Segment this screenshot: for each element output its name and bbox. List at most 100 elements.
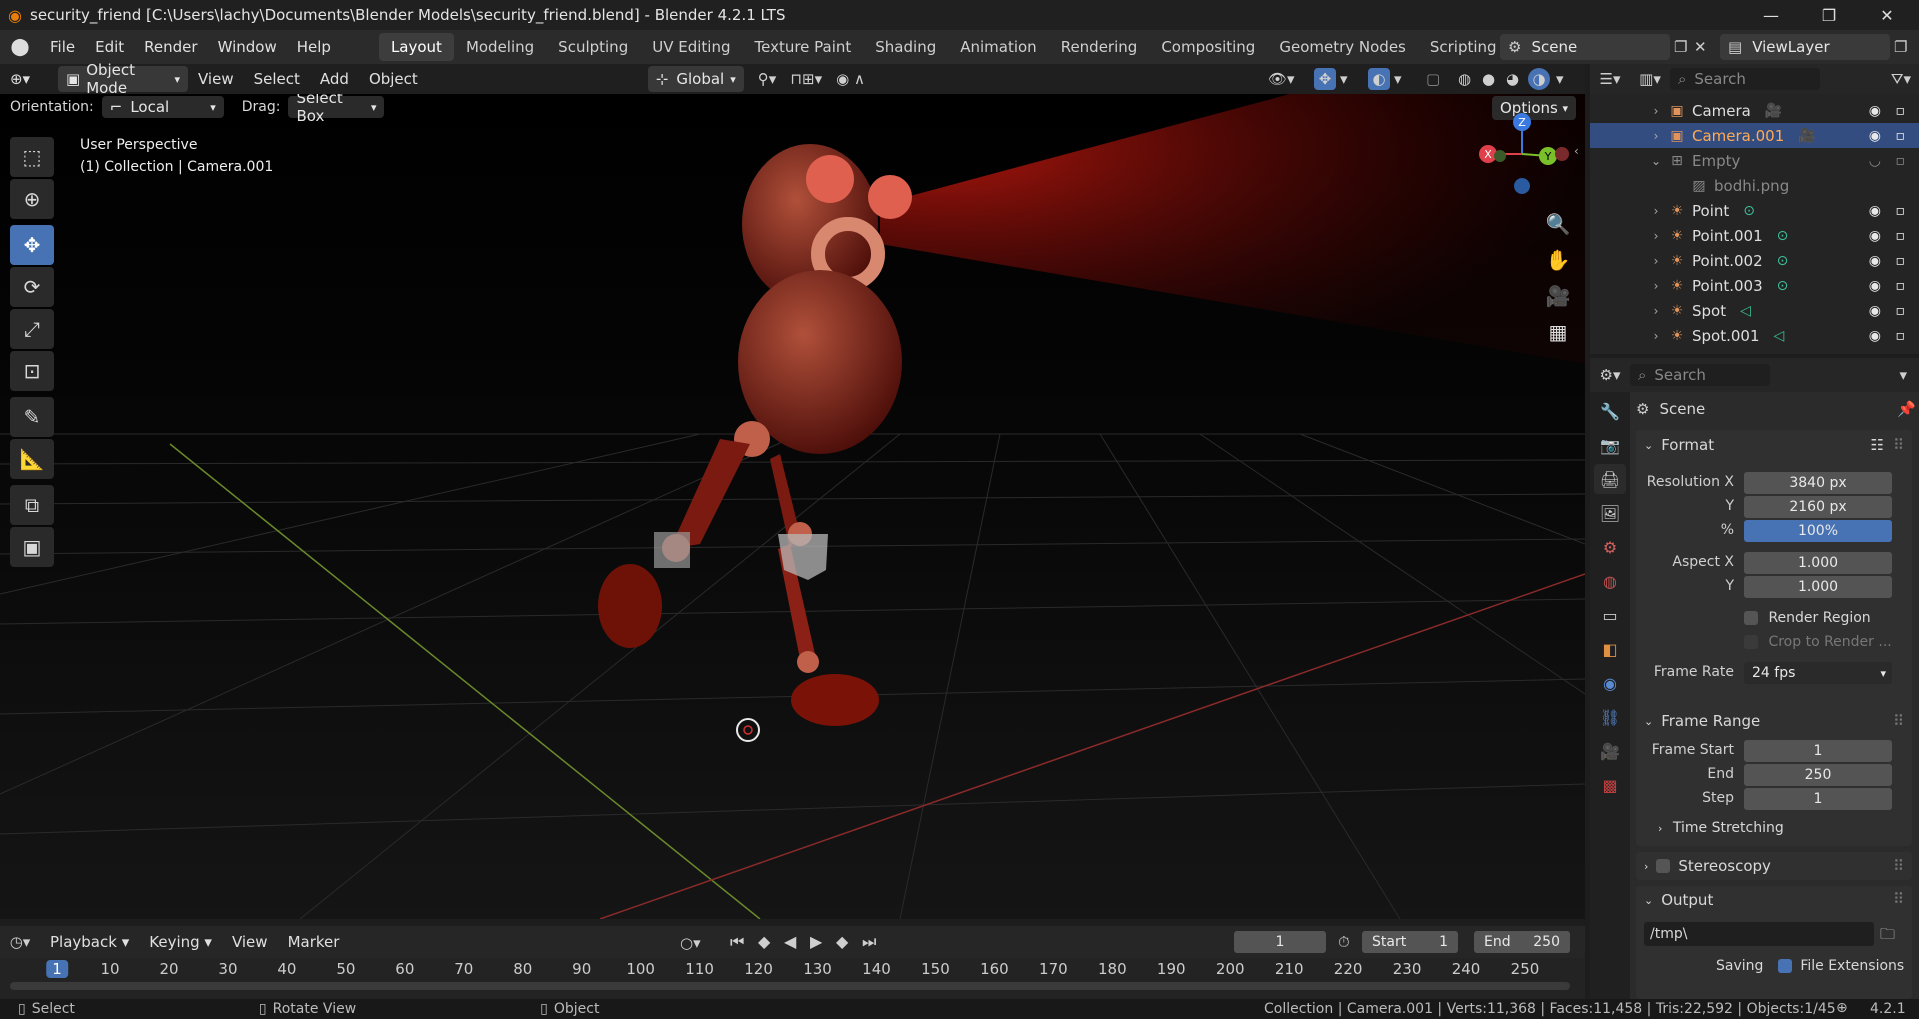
move-tool-icon[interactable]: ✥: [10, 225, 54, 265]
expand-arrow-icon[interactable]: ›: [1646, 254, 1666, 268]
menu-window[interactable]: Window: [208, 30, 287, 64]
blender-menu-icon[interactable]: ⬤: [0, 37, 40, 57]
viewport-menu-add[interactable]: Add: [310, 62, 359, 96]
solid-shading-icon[interactable]: ●: [1482, 70, 1495, 88]
eye-icon[interactable]: ◉: [1869, 203, 1881, 219]
current-frame-field[interactable]: 1: [1234, 931, 1326, 953]
eye-hidden-icon[interactable]: ◡: [1869, 153, 1881, 169]
timeline-end-field[interactable]: End 250: [1474, 931, 1570, 953]
render-camera-icon[interactable]: ▫: [1896, 228, 1906, 244]
checkbox-checked-icon[interactable]: [1777, 959, 1792, 973]
drag-selector[interactable]: Select Box ▾: [288, 94, 385, 125]
jump-start-icon[interactable]: ⏮: [730, 932, 744, 952]
minimize-button[interactable]: —: [1742, 0, 1800, 30]
collapse-arrow-icon[interactable]: ⌄: [1644, 715, 1653, 728]
pan-hand-icon[interactable]: ✋: [1540, 242, 1576, 278]
eye-icon[interactable]: ◉: [1869, 228, 1881, 244]
render-camera-icon[interactable]: ▫: [1896, 203, 1906, 219]
chevron-down-icon[interactable]: ▾: [1899, 366, 1907, 384]
drag-handle-icon[interactable]: ⠿: [1893, 436, 1904, 454]
tab-animation[interactable]: Animation: [948, 33, 1048, 61]
aspect-x-field[interactable]: 1.000: [1744, 552, 1892, 574]
eye-icon[interactable]: ◉: [1869, 278, 1881, 294]
close-window-button[interactable]: ✕: [1858, 0, 1916, 30]
tab-scripting[interactable]: Scripting: [1418, 33, 1509, 61]
drag-handle-icon[interactable]: ⠿: [1893, 712, 1904, 730]
collection-tab-icon[interactable]: ▭: [1594, 600, 1626, 630]
display-mode-icon[interactable]: ▥▾: [1630, 70, 1670, 88]
eye-icon[interactable]: ◉: [1869, 328, 1881, 344]
frame-rate-dropdown[interactable]: 24 fps ▾: [1744, 662, 1892, 684]
chevron-down-icon[interactable]: ▾: [1340, 70, 1348, 88]
tab-compositing[interactable]: Compositing: [1149, 33, 1267, 61]
world-tab-icon[interactable]: ◍: [1594, 566, 1626, 596]
menu-render[interactable]: Render: [134, 30, 207, 64]
outliner-item-camera-001[interactable]: › ▣ Camera.001 🎥 ◉ ▫: [1590, 123, 1919, 148]
menu-help[interactable]: Help: [287, 30, 341, 64]
stereoscopy-panel[interactable]: › Stereoscopy ⠿: [1636, 852, 1912, 880]
tool-tab-icon[interactable]: 🔧: [1594, 396, 1626, 426]
tab-rendering[interactable]: Rendering: [1049, 33, 1150, 61]
camera-view-icon[interactable]: 🎥: [1540, 278, 1576, 314]
outliner-item-spot[interactable]: › ☀ Spot ◁ ◉ ▫: [1590, 298, 1919, 323]
timeline-editor-type-icon[interactable]: ◷▾: [0, 933, 40, 951]
eye-icon[interactable]: ◉: [1869, 303, 1881, 319]
add-object-tool-icon[interactable]: ▣: [10, 527, 54, 567]
render-camera-icon[interactable]: ▫: [1896, 103, 1906, 119]
play-icon[interactable]: ▶: [810, 932, 822, 951]
frame-range-title[interactable]: Frame Range: [1661, 712, 1760, 730]
timeline-menu-playback[interactable]: Playback ▾: [40, 925, 139, 959]
camera-data-tab-icon[interactable]: 🎥: [1594, 736, 1626, 766]
timeline-menu-marker[interactable]: Marker: [278, 925, 350, 959]
expand-arrow-icon[interactable]: ›: [1646, 304, 1666, 318]
expand-arrow-icon[interactable]: ›: [1646, 329, 1666, 343]
collapse-arrow-icon[interactable]: ⌄: [1644, 894, 1653, 907]
frame-step-field[interactable]: 1: [1744, 788, 1892, 810]
xray-icon[interactable]: ▢: [1426, 70, 1440, 88]
outliner-item-point-002[interactable]: › ☀ Point.002 ⊙ ◉ ▫: [1590, 248, 1919, 273]
chevron-down-icon[interactable]: ▾: [1556, 70, 1564, 88]
time-stretching-subpanel[interactable]: › Time Stretching: [1658, 820, 1784, 836]
aspect-y-field[interactable]: 1.000: [1744, 576, 1892, 598]
transform-tool-icon[interactable]: ⊡: [10, 351, 54, 391]
chevron-down-icon[interactable]: ▾: [1394, 70, 1402, 88]
timeline-menu-view[interactable]: View: [222, 925, 278, 959]
render-region-checkbox[interactable]: Render Region: [1744, 610, 1871, 626]
object-tab-icon[interactable]: ◧: [1594, 634, 1626, 664]
outliner-search-input[interactable]: ⌕ Search: [1670, 68, 1820, 90]
eye-icon[interactable]: ◉: [1869, 253, 1881, 269]
scene-selector[interactable]: ⚙ Scene: [1500, 34, 1670, 60]
crop-to-render-checkbox[interactable]: Crop to Render ...: [1744, 634, 1892, 650]
physics-tab-icon[interactable]: ◉: [1594, 668, 1626, 698]
eye-icon[interactable]: ◉: [1869, 128, 1881, 144]
expand-arrow-icon[interactable]: ›: [1646, 279, 1666, 293]
render-camera-icon[interactable]: ▫: [1896, 278, 1906, 294]
proportional-edit-icon[interactable]: ◉ ∧: [836, 70, 865, 88]
tab-sculpting[interactable]: Sculpting: [546, 33, 640, 61]
filter-icon[interactable]: ⛛▾: [1891, 70, 1911, 88]
preview-range-icon[interactable]: ⏱: [1338, 933, 1350, 951]
next-keyframe-icon[interactable]: ◆: [836, 932, 848, 951]
navigation-gizmo[interactable]: Z X Y: [1472, 112, 1572, 200]
maximize-button[interactable]: ❐: [1800, 0, 1858, 30]
overlay-toggle-icon[interactable]: ◐: [1368, 68, 1390, 90]
outliner-editor-type-icon[interactable]: ☰▾: [1590, 70, 1630, 88]
output-title[interactable]: Output: [1661, 891, 1713, 909]
render-tab-icon[interactable]: 📷: [1594, 430, 1626, 460]
expand-arrow-icon[interactable]: ›: [1646, 204, 1666, 218]
sidebar-toggle-icon[interactable]: ‹: [1574, 144, 1579, 158]
menu-edit[interactable]: Edit: [85, 30, 134, 64]
texture-tab-icon[interactable]: ▩: [1594, 770, 1626, 800]
drag-handle-icon[interactable]: ⠿: [1893, 857, 1904, 875]
outliner-item-point-001[interactable]: › ☀ Point.001 ⊙ ◉ ▫: [1590, 223, 1919, 248]
outliner-item-spot-001[interactable]: › ☀ Spot.001 ◁ ◉ ▫: [1590, 323, 1919, 348]
timeline-menu-keying[interactable]: Keying ▾: [139, 925, 222, 959]
view-layer-tab-icon[interactable]: 🖼: [1594, 498, 1626, 528]
orientation-selector[interactable]: ⌐ Local ▾: [101, 96, 224, 118]
expand-arrow-icon[interactable]: ›: [1646, 129, 1666, 143]
mode-selector[interactable]: ▣ Object Mode ▾: [58, 61, 188, 97]
new-view-layer-icon[interactable]: ❐: [1894, 38, 1907, 56]
outliner-item-point-003[interactable]: › ☀ Point.003 ⊙ ◉ ▫: [1590, 273, 1919, 298]
menu-file[interactable]: File: [40, 30, 85, 64]
tab-geometry-nodes[interactable]: Geometry Nodes: [1267, 33, 1418, 61]
